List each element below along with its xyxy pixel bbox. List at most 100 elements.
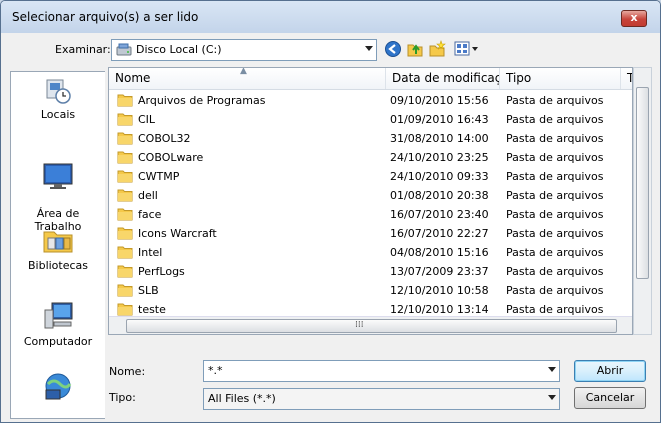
chevron-down-icon[interactable] [548,367,556,372]
folder-icon [117,132,133,145]
file-type: Pasta de arquivos [506,94,604,107]
chevron-down-icon[interactable] [548,395,556,400]
list-item[interactable]: SLB 12/10/2010 10:58 Pasta de arquivos [109,281,632,300]
file-type: Pasta de arquivos [506,113,604,126]
network-icon [45,373,72,400]
file-type: Pasta de arquivos [506,151,604,164]
scrollbar-thumb[interactable]: ⁞⁞⁞ [126,319,617,333]
column-header-nome[interactable]: Nome ▲ [109,68,386,89]
title-bar: Selecionar arquivo(s) a ser lido x [1,1,660,33]
list-item[interactable]: CWTMP 24/10/2010 09:33 Pasta de arquivos [109,167,632,186]
computer-icon [44,302,73,329]
filetype-label: Tipo: [109,391,136,404]
filename-input[interactable]: *.* [203,360,560,382]
file-type: Pasta de arquivos [506,246,604,259]
folder-icon [117,246,133,259]
places-bar: Locais Área de Trabalho Bibliotecas Comp… [10,71,105,419]
filetype-select[interactable]: All Files (*.*) [203,388,560,410]
list-item[interactable]: Intel 04/08/2010 15:16 Pasta de arquivos [109,243,632,262]
dialog-body: Examinar: Disco Local (C:) Locais Área d… [6,33,655,419]
window-title: Selecionar arquivo(s) a ser lido [12,10,199,24]
lookin-value: Disco Local (C:) [136,43,222,56]
file-name: CIL [138,113,156,126]
sort-ascending-icon: ▲ [240,68,247,76]
list-item[interactable]: PerfLogs 13/07/2009 23:37 Pasta de arquivo… [109,262,632,281]
up-folder-icon[interactable] [406,40,424,58]
file-type: Pasta de arquivos [506,132,604,145]
file-name: teste [138,303,166,316]
place-label: Bibliotecas [27,259,89,272]
file-date: 24/10/2010 23:25 [390,151,489,164]
cancel-button[interactable]: Cancelar [574,387,646,409]
list-item[interactable]: COBOLware 24/10/2010 23:25 Pasta de arquiv… [109,148,632,167]
folder-icon [117,303,133,316]
file-type: Pasta de arquivos [506,208,604,221]
file-type: Pasta de arquivos [506,227,604,240]
list-item[interactable]: COBOL32 31/08/2010 14:00 Pasta de arquivos [109,129,632,148]
file-list[interactable]: Nome ▲ Data de modificaçã... Tipo T Arqu… [108,67,633,335]
lookin-dropdown[interactable]: Disco Local (C:) [111,39,377,61]
place-label: Locais [40,108,76,121]
scrollbar-thumb[interactable] [636,87,649,279]
file-name: Arquivos de Programas [138,94,266,107]
grip-icon: ⁞⁞⁞ [355,320,364,330]
list-rows: Arquivos de Programas 09/10/2010 15:56 Pas… [109,91,632,334]
chevron-down-icon[interactable] [365,46,373,51]
folder-icon [117,189,133,202]
file-date: 01/09/2010 16:43 [390,113,489,126]
column-header-tamanho[interactable]: T [621,68,632,89]
horizontal-scrollbar[interactable]: ⁞⁞⁞ [109,316,632,334]
file-dialog: Selecionar arquivo(s) a ser lido x Exami… [0,0,661,423]
place-locais[interactable]: Locais [11,75,105,121]
folder-icon [117,94,133,107]
file-name: COBOL32 [138,132,191,145]
list-item[interactable]: CIL 01/09/2010 16:43 Pasta de arquivos [109,110,632,129]
place-label: Computador [23,335,93,348]
file-date: 13/07/2009 23:37 [390,265,489,278]
open-button[interactable]: Abrir [574,360,646,382]
column-header-data[interactable]: Data de modificaçã... [386,68,500,89]
view-menu-icon[interactable] [454,40,480,58]
folder-icon [117,151,133,164]
file-date: 12/10/2010 13:14 [390,303,489,316]
column-header-tipo[interactable]: Tipo [500,68,621,89]
new-folder-icon[interactable] [428,40,446,58]
list-item[interactable]: Icons Warcraft 16/07/2010 22:27 Pasta de a… [109,224,632,243]
file-date: 16/07/2010 22:27 [390,227,489,240]
place-network[interactable] [11,370,105,405]
file-date: 12/10/2010 10:58 [390,284,489,297]
drive-icon [116,43,132,56]
recent-places-icon [46,79,71,104]
list-item[interactable]: dell 01/08/2010 20:38 Pasta de arquivos [109,186,632,205]
list-header: Nome ▲ Data de modificaçã... Tipo T [109,68,632,90]
desktop-icon [43,163,73,189]
file-type: Pasta de arquivos [506,170,604,183]
folder-icon [117,170,133,183]
file-name: Intel [138,246,163,259]
file-name: dell [138,189,158,202]
file-type: Pasta de arquivos [506,284,604,297]
folder-icon [117,113,133,126]
file-type: Pasta de arquivos [506,265,604,278]
folder-icon [117,208,133,221]
libraries-icon [43,231,73,253]
file-name: face [138,208,162,221]
filetype-value: All Files (*.*) [208,392,276,405]
place-bibliotecas[interactable]: Bibliotecas [11,224,105,272]
list-item[interactable]: Arquivos de Programas 09/10/2010 15:56 Pas… [109,91,632,110]
list-item[interactable]: face 16/07/2010 23:40 Pasta de arquivos [109,205,632,224]
lookin-label: Examinar: [55,43,111,56]
file-date: 16/07/2010 23:40 [390,208,489,221]
close-button[interactable]: x [621,10,647,27]
file-name: COBOLware [138,151,204,164]
folder-icon [117,284,133,297]
vertical-scrollbar[interactable] [633,67,652,335]
file-date: 01/08/2010 20:38 [390,189,489,202]
place-computador[interactable]: Computador [11,300,105,348]
file-name: SLB [138,284,159,297]
file-date: 04/08/2010 15:16 [390,246,489,259]
folder-icon [117,227,133,240]
filename-value: *.* [208,364,223,377]
back-icon[interactable] [384,40,402,58]
file-date: 09/10/2010 15:56 [390,94,489,107]
